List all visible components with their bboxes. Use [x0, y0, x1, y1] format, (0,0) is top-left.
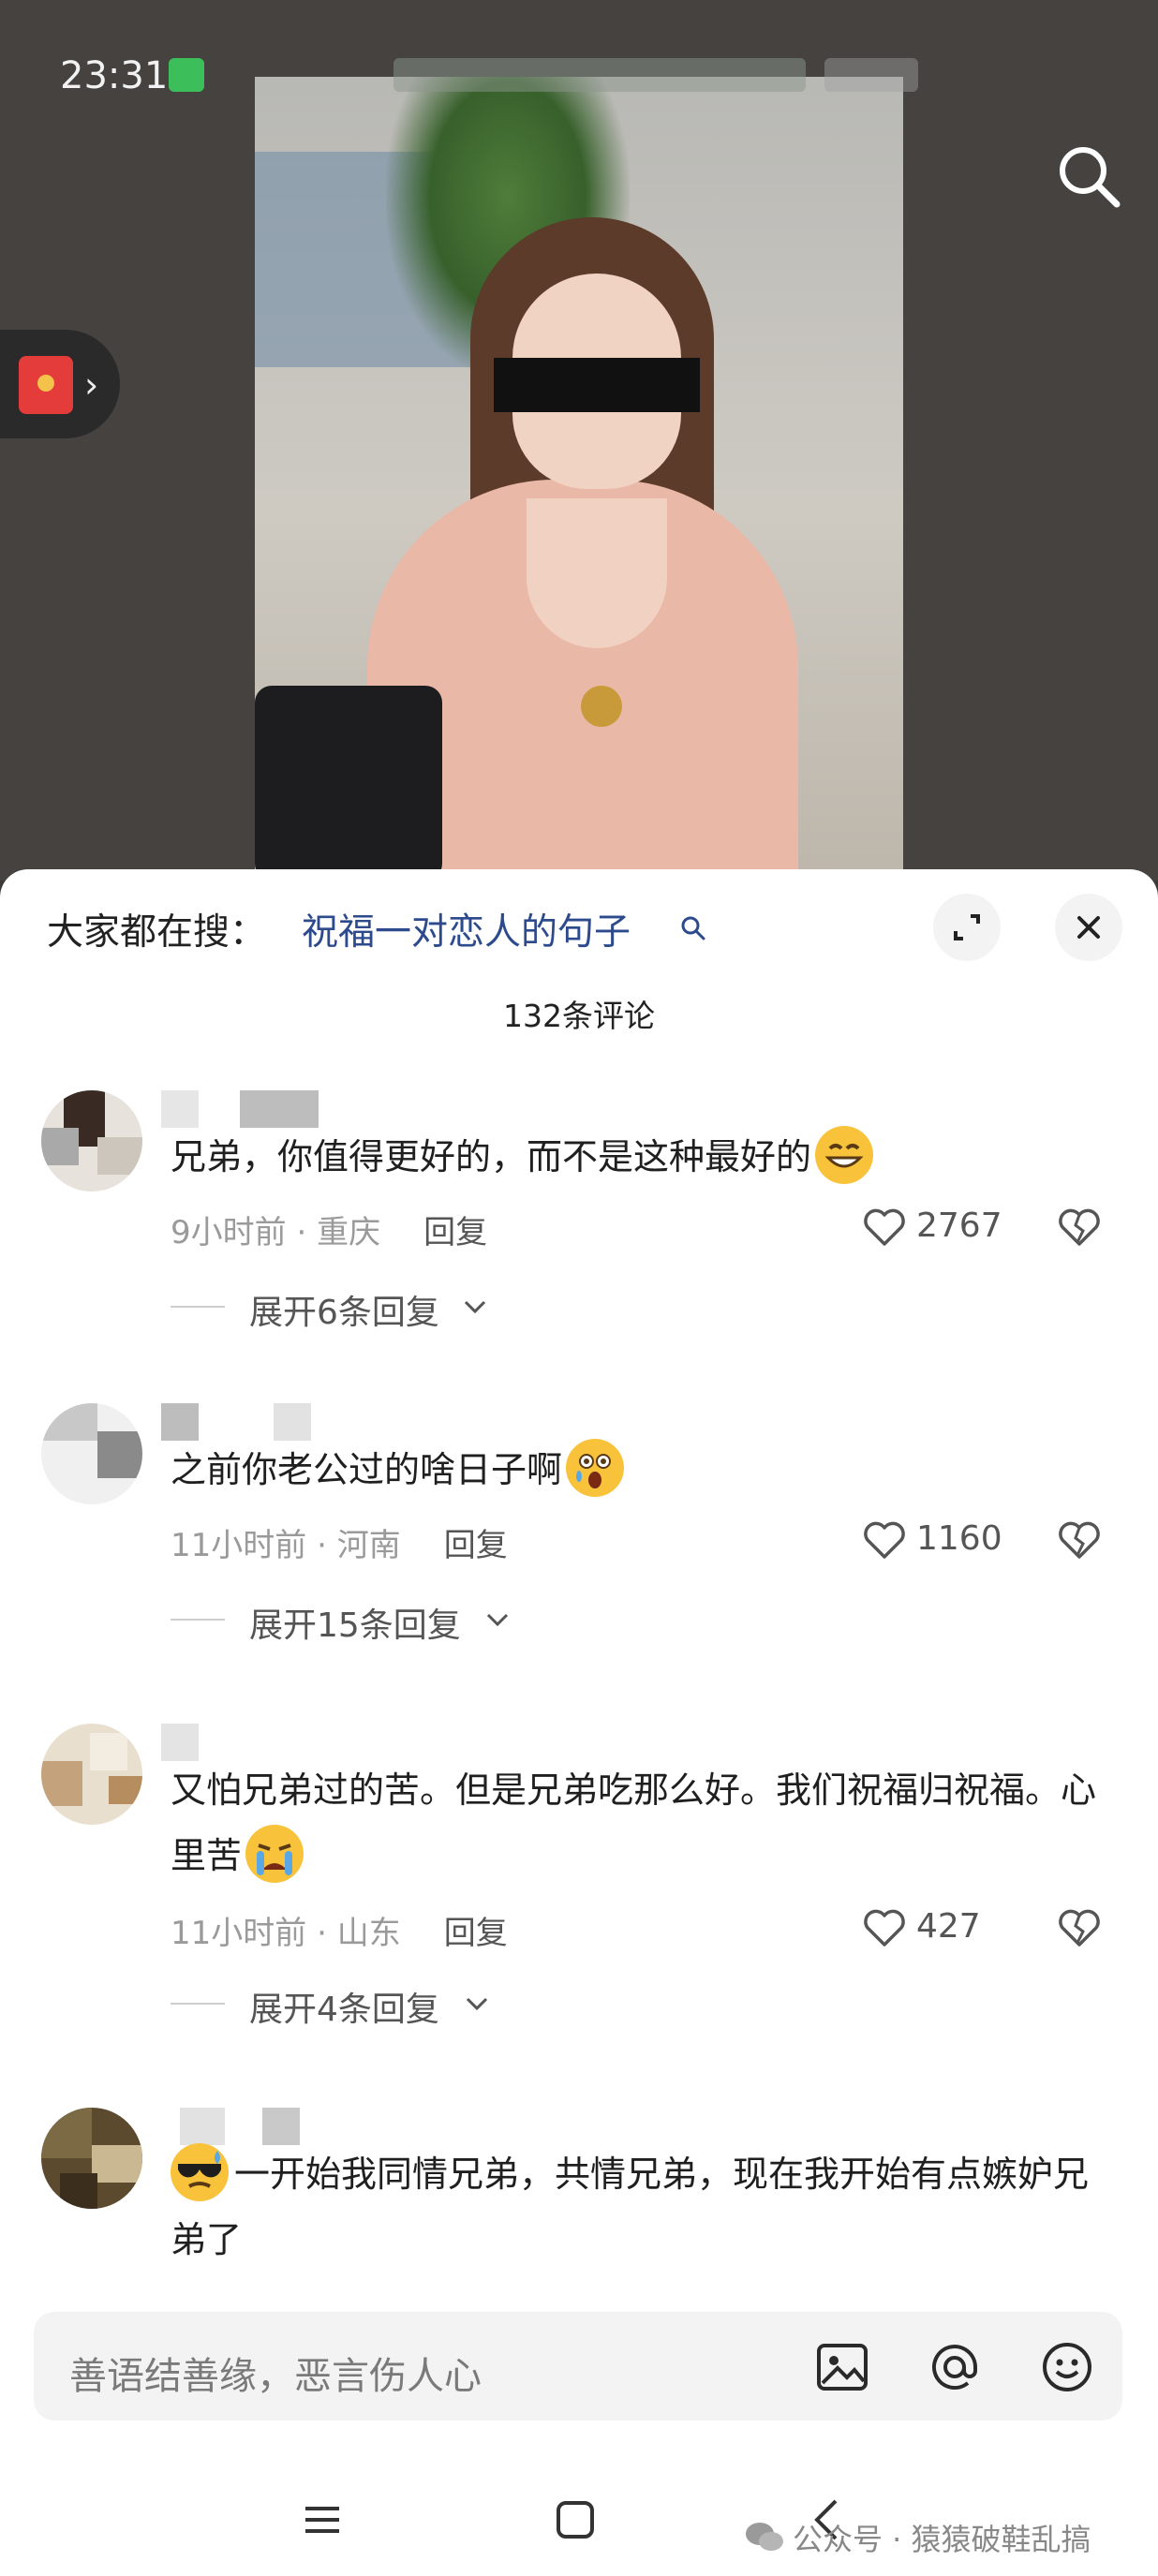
comment-text: 之前你老公过的啥日子啊	[171, 1437, 1107, 1503]
comment-region: 河南	[336, 1527, 401, 1564]
video-handbag	[255, 686, 442, 881]
comment-sheet-header: 大家都在搜： 祝福一对恋人的句子	[0, 869, 1158, 982]
chevron-down-icon	[486, 1613, 509, 1627]
comment-time: 11小时前	[171, 1527, 307, 1564]
comment-input[interactable]: 善语结善缘，恶言伤人心	[34, 2312, 1122, 2421]
avatar[interactable]	[41, 1403, 142, 1504]
person-brooch	[581, 686, 622, 727]
red-packet-seal	[37, 375, 54, 392]
search-icon[interactable]	[679, 914, 707, 942]
comment-meta: 11小时前 · 山东 回复	[171, 1915, 508, 1952]
expand-icon	[954, 914, 980, 940]
video-frame[interactable]	[255, 77, 903, 881]
emoji-icon[interactable]	[1040, 2340, 1094, 2394]
comment-time: 11小时前	[171, 1915, 307, 1952]
divider	[171, 2003, 225, 2005]
status-notification-icon	[169, 58, 204, 92]
comment-meta: 9小时前 · 重庆 回复	[171, 1214, 488, 1251]
reply-button[interactable]: 回复	[423, 1214, 487, 1251]
status-time: 23:31	[60, 54, 169, 97]
comment-meta: 11小时前 · 河南 回复	[171, 1527, 508, 1564]
expand-replies-label: 展开4条回复	[249, 1991, 439, 2029]
chevron-down-icon	[466, 1997, 488, 2011]
broken-heart-icon[interactable]	[1057, 1905, 1102, 1950]
search-suggestion-prefix: 大家都在搜：	[47, 911, 267, 954]
reply-button[interactable]: 回复	[444, 1527, 508, 1564]
wechat-logo-icon	[746, 2523, 783, 2551]
like-count: 2767	[916, 1207, 1002, 1245]
comment-count: 132条评论	[503, 998, 655, 1034]
broken-heart-icon[interactable]	[1057, 1205, 1102, 1250]
search-icon[interactable]	[1053, 141, 1124, 212]
avatar[interactable]	[41, 2108, 142, 2209]
divider	[171, 1306, 225, 1308]
expand-button[interactable]	[933, 894, 1001, 961]
close-icon	[1077, 916, 1100, 939]
close-button[interactable]	[1055, 894, 1122, 961]
watermark: 公众号 · 猿猿破鞋乱搞	[793, 2522, 1091, 2557]
expand-replies-label: 展开15条回复	[249, 1606, 461, 1645]
astonished-face-icon	[566, 1439, 625, 1497]
person-neckline	[527, 498, 667, 648]
video-player[interactable]: 23:31 ›	[0, 0, 1158, 881]
comment-time: 9小时前	[171, 1214, 287, 1251]
at-mention-icon[interactable]	[928, 2340, 982, 2394]
comment-region: 重庆	[317, 1214, 381, 1251]
status-blurred-region	[393, 58, 806, 92]
crying-face-icon	[245, 1825, 304, 1883]
chevron-down-icon	[464, 1300, 486, 1314]
cool-sweat-face-icon	[171, 2143, 229, 2201]
heart-icon	[864, 1521, 905, 1559]
reply-button[interactable]: 回复	[444, 1915, 508, 1952]
status-bar: 23:31	[0, 0, 1158, 103]
comment-input-placeholder: 善语结善缘，恶言伤人心	[69, 2355, 482, 2398]
heart-icon	[864, 1208, 905, 1246]
expand-replies-label: 展开6条回复	[249, 1294, 439, 1332]
chevron-right-icon: ›	[84, 364, 99, 406]
comment-region: 山东	[336, 1915, 401, 1952]
broken-heart-icon[interactable]	[1057, 1517, 1102, 1562]
censor-bar	[494, 358, 700, 412]
comment-text: 一开始我同情兄弟，共情兄弟，现在我开始有点嫉妒兄弟了	[171, 2141, 1107, 2273]
image-icon[interactable]	[815, 2340, 869, 2394]
search-suggestion-link[interactable]: 祝福一对恋人的句子	[302, 903, 631, 955]
home-icon[interactable]	[547, 2492, 603, 2548]
divider	[171, 1619, 225, 1621]
like-count: 427	[916, 1907, 981, 1946]
status-blurred-region	[824, 58, 918, 92]
avatar[interactable]	[41, 1090, 142, 1192]
avatar[interactable]	[41, 1724, 142, 1825]
comment-sheet: 大家都在搜： 祝福一对恋人的句子 132条评论 兄弟，你值得更好的，而不是这种最…	[0, 869, 1158, 2576]
like-count: 1160	[916, 1519, 1002, 1558]
menu-icon[interactable]	[294, 2492, 350, 2548]
comment-text: 兄弟，你值得更好的，而不是这种最好的	[171, 1124, 1107, 1190]
heart-icon	[864, 1909, 905, 1947]
grinning-face-icon	[815, 1126, 874, 1184]
comment-text: 又怕兄弟过的苦。但是兄弟吃那么好。我们祝福归祝福。心里苦	[171, 1757, 1107, 1888]
